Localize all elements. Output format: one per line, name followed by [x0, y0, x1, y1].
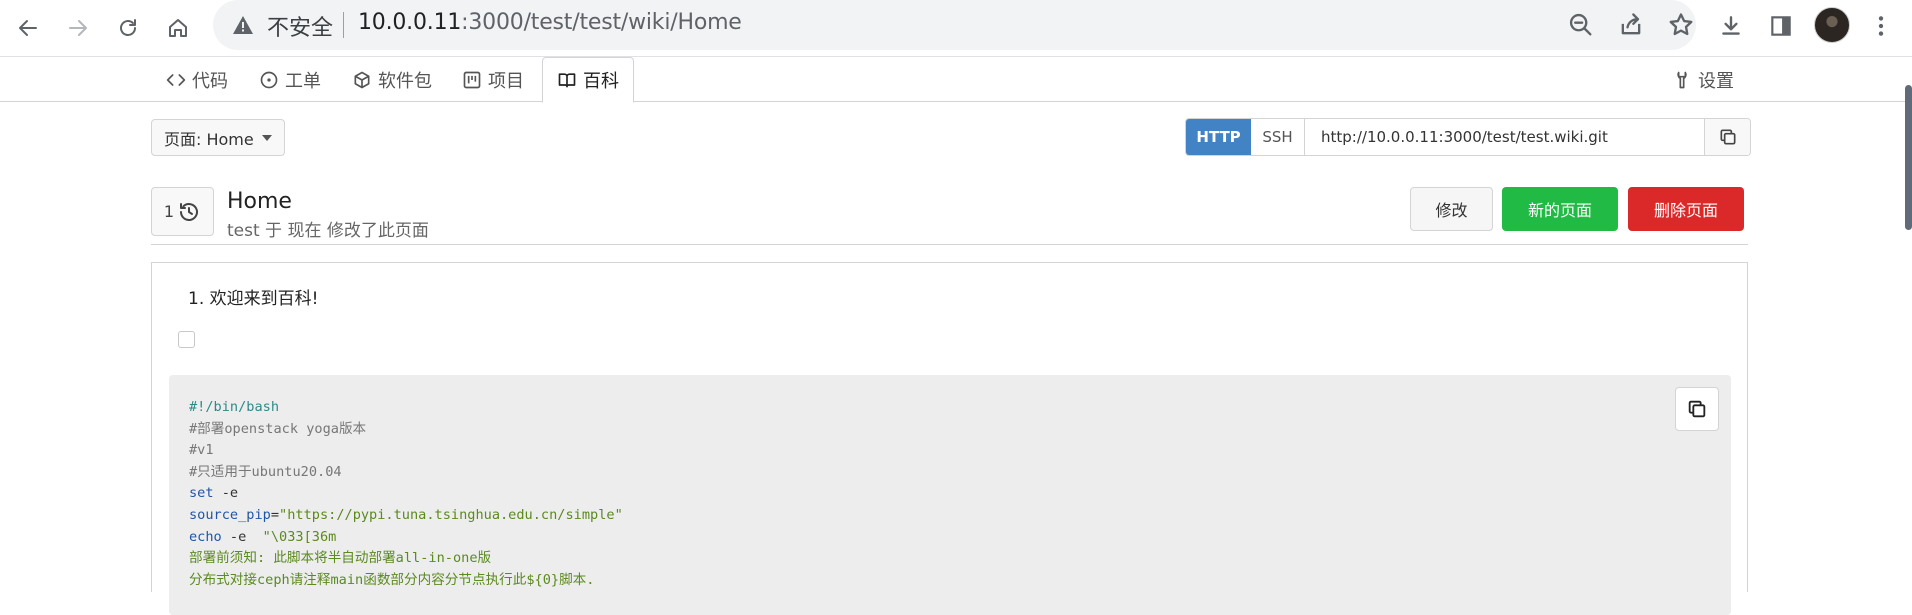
copy-icon [1688, 400, 1706, 418]
code-line: #!/bin/bash [189, 399, 280, 415]
url-text[interactable]: 10.0.0.11:3000/test/test/wiki/Home [358, 10, 742, 35]
clone-ssh-button[interactable]: SSH [1251, 119, 1305, 155]
wiki-content: 1. 欢迎来到百科! #!/bin/bash #部署openstack yoga版… [151, 262, 1748, 615]
tab-packages[interactable]: 软件包 [352, 57, 432, 102]
tab-settings[interactable]: 设置 [1672, 57, 1734, 102]
insecure-label[interactable]: 不安全 [267, 10, 333, 42]
revision-count: 1 [163, 202, 175, 221]
arrow-left-icon [19, 20, 37, 36]
profile-avatar[interactable] [1814, 7, 1850, 43]
warning-icon[interactable] [231, 13, 255, 37]
page-selector-dropdown[interactable]: 页面: Home [151, 119, 285, 156]
package-icon [354, 71, 370, 88]
tab-wiki[interactable]: 百科 [542, 57, 634, 103]
header-divider [151, 244, 1748, 245]
download-icon [1722, 16, 1740, 35]
code-icon [166, 73, 186, 86]
revision-history-button[interactable]: 1 [151, 187, 214, 236]
tab-code-label: 代码 [192, 70, 228, 92]
reload-icon [120, 19, 136, 36]
tab-code[interactable]: 代码 [166, 57, 228, 102]
edit-page-button[interactable]: 修改 [1410, 187, 1493, 231]
star-icon[interactable] [1667, 11, 1695, 39]
clone-url-input[interactable]: http://10.0.0.11:3000/test/test.wiki.git [1305, 119, 1705, 155]
tab-issues[interactable]: 工单 [259, 57, 321, 102]
clone-http-button[interactable]: HTTP [1186, 119, 1251, 155]
copy-icon [1720, 129, 1735, 145]
code-line: set -e [189, 485, 239, 502]
more-vertical-icon [1878, 16, 1884, 36]
zoom-out-icon[interactable] [1567, 11, 1595, 39]
code-line: 部署前须知: 此脚本将半自动部署all-in-one版 [189, 550, 492, 567]
tab-settings-label: 设置 [1698, 70, 1734, 92]
tab-packages-label: 软件包 [378, 70, 432, 92]
address-bar[interactable]: 不安全 10.0.0.11:3000/test/test/wiki/Home [213, 0, 1696, 50]
code-line: source_pip="https://pypi.tuna.tsinghua.e… [189, 506, 623, 523]
share-icon[interactable] [1617, 11, 1645, 39]
page-title: Home [227, 189, 292, 214]
caret-down-icon [261, 134, 272, 141]
url-host: 10.0.0.11 [358, 10, 462, 35]
code-block: #!/bin/bash #部署openstack yoga版本 #v1 #只适用于ub… [169, 375, 1731, 615]
tab-projects[interactable]: 项目 [462, 57, 524, 102]
menu-button[interactable] [1864, 9, 1898, 43]
home-icon [169, 19, 187, 37]
side-panel-button[interactable] [1764, 9, 1798, 43]
reload-button[interactable] [108, 8, 148, 48]
delete-page-button[interactable]: 删除页面 [1628, 187, 1744, 231]
back-button[interactable] [8, 8, 48, 48]
tab-wiki-label: 百科 [583, 71, 619, 92]
task-checkbox[interactable] [178, 331, 195, 348]
clone-url-group: HTTP SSH http://10.0.0.11:3000/test/test… [1185, 118, 1751, 156]
code-line: 分布式对接ceph请注释main函数部分内容分节点执行此${0}脚本. [189, 571, 595, 588]
repo-tabs: 代码 工单 软件包 项目 百科 设置 [0, 57, 1912, 103]
code-line: #部署openstack yoga版本 [189, 420, 367, 437]
page-selector-label: 页面: Home [164, 129, 254, 149]
copy-clone-url-button[interactable] [1705, 119, 1750, 155]
project-board-icon [463, 71, 481, 88]
tools-icon [1677, 71, 1687, 88]
list-item: 1. 欢迎来到百科! [188, 289, 319, 309]
code-line: #只适用于ubuntu20.04 [189, 463, 342, 480]
copy-code-button[interactable] [1675, 387, 1719, 431]
book-icon [558, 73, 576, 88]
home-button[interactable] [158, 8, 198, 48]
side-panel-icon [1771, 16, 1791, 36]
new-page-button[interactable]: 新的页面 [1502, 187, 1618, 231]
issue-icon [260, 71, 278, 88]
code-line: #v1 [189, 442, 214, 459]
code-line: echo -e "\033[36m [189, 528, 337, 545]
tab-issues-label: 工单 [285, 70, 321, 92]
url-path: :3000/test/test/wiki/Home [461, 10, 742, 35]
code-text: #!/bin/bash #部署openstack yoga版本 #v1 #只适用于ub… [189, 397, 623, 591]
tab-projects-label: 项目 [488, 70, 524, 92]
history-icon [180, 202, 199, 221]
browser-toolbar: 不安全 10.0.0.11:3000/test/test/wiki/Home [0, 0, 1912, 57]
page-scrollbar[interactable] [1905, 85, 1912, 230]
forward-button[interactable] [58, 8, 98, 48]
arrow-right-icon [69, 20, 87, 36]
download-button[interactable] [1714, 9, 1748, 43]
address-separator [343, 12, 344, 38]
last-modified-text: test 于 现在 修改了此页面 [227, 221, 429, 241]
